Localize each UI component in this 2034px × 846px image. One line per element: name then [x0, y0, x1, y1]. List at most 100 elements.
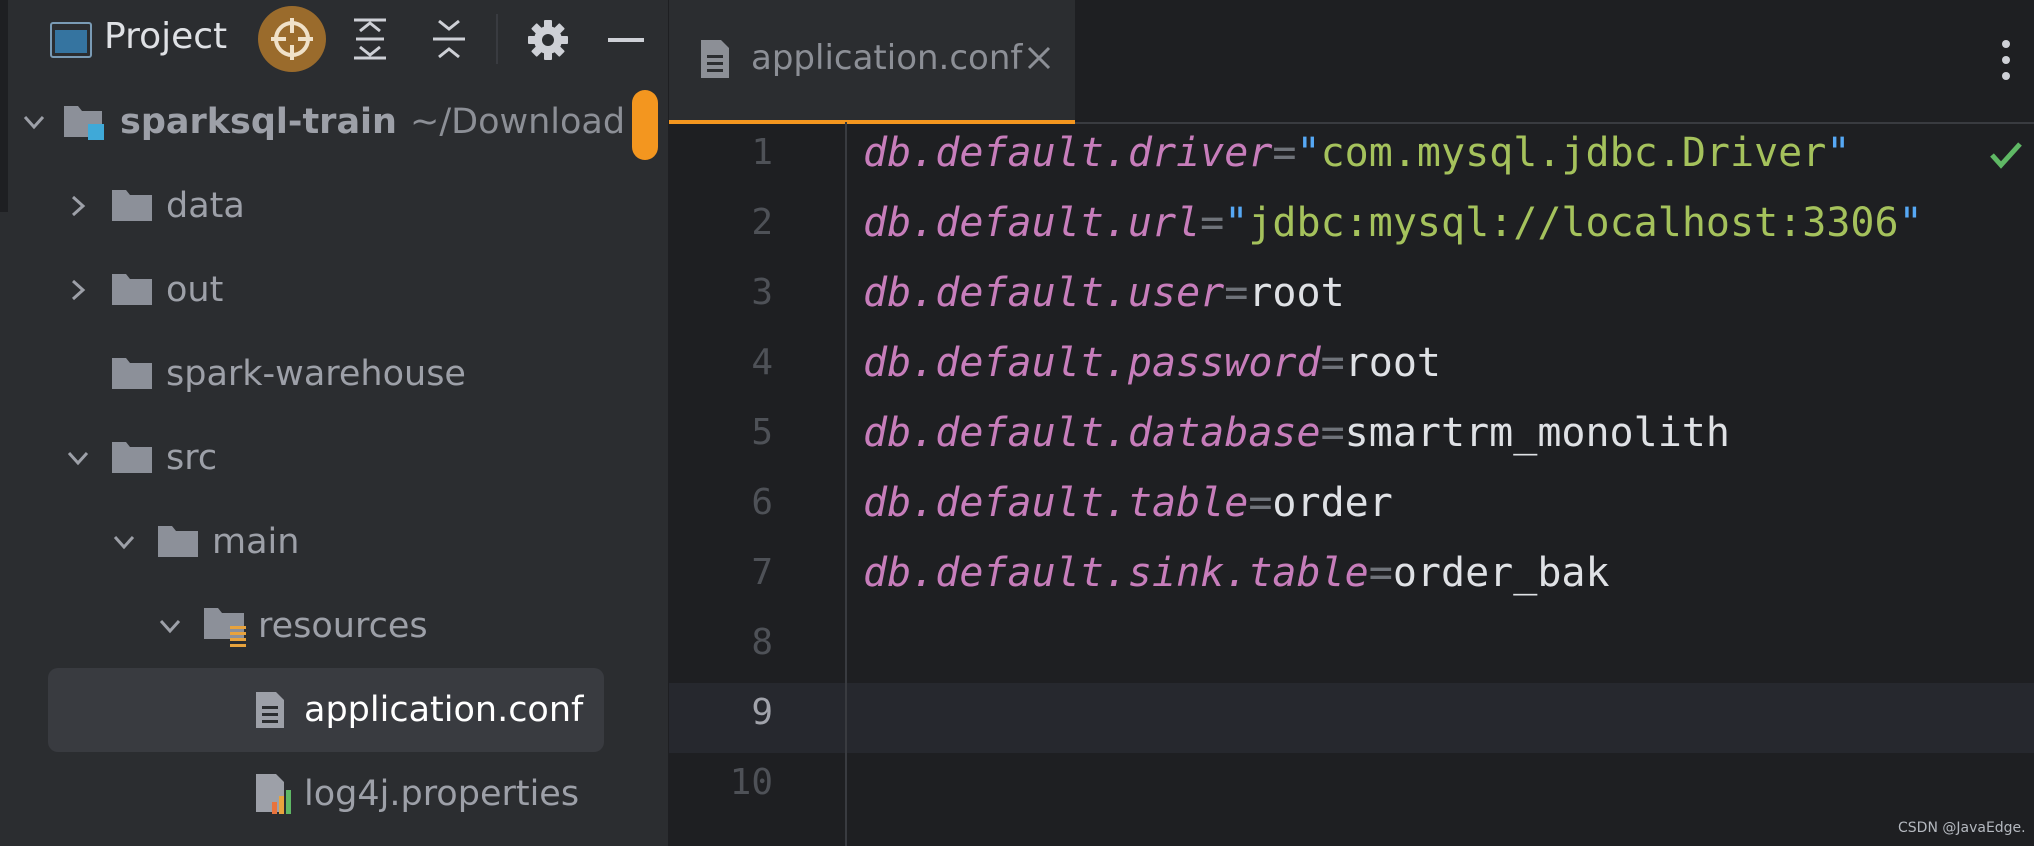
module-folder-icon [62, 100, 108, 151]
code-line-7[interactable]: db.default.sink.table=order_bak [863, 550, 1610, 596]
tree-item-path: ~/Download [410, 102, 626, 142]
folder-icon [156, 522, 200, 569]
equals-sign: = [1224, 270, 1249, 316]
minimize-icon [608, 38, 644, 42]
chevron-down-icon[interactable] [112, 530, 136, 554]
settings-button[interactable] [522, 14, 574, 66]
code-line-3[interactable]: db.default.user=root [863, 270, 1345, 316]
tree-item-label: out [166, 270, 224, 310]
tree-item-label: src [166, 438, 218, 478]
gear-icon [528, 20, 568, 60]
quote-open: " [1224, 200, 1249, 246]
folder-icon [110, 354, 154, 401]
config-value: com.mysql.jdbc.Driver [1320, 130, 1827, 176]
line-number: 6 [751, 482, 773, 523]
more-vertical-icon[interactable] [1999, 38, 2013, 82]
line-number-current: 9 [751, 692, 773, 733]
line-number: 3 [751, 272, 773, 313]
line-number: 2 [751, 202, 773, 243]
close-icon[interactable] [1025, 44, 1053, 76]
code-line-5[interactable]: db.default.database=smartrm_monolith [863, 410, 1730, 456]
config-value: jdbc:mysql://localhost:3306 [1248, 200, 1899, 246]
config-file-icon [254, 690, 286, 739]
equals-sign: = [1320, 410, 1345, 456]
tree-item-out[interactable]: out [0, 254, 620, 326]
collapse-all-icon [433, 19, 465, 59]
project-panel-header: Project [0, 0, 668, 78]
tree-item-src[interactable]: src [0, 422, 620, 494]
line-number: 1 [751, 132, 773, 173]
code-line-6[interactable]: db.default.table=order [863, 480, 1393, 526]
equals-sign: = [1320, 340, 1345, 386]
collapse-all-button[interactable] [424, 12, 474, 66]
minimize-button[interactable] [600, 14, 652, 66]
config-key: db.default.table [863, 480, 1249, 526]
header-separator [496, 14, 498, 64]
quote-open: " [1296, 130, 1321, 176]
tree-item-label: spark-warehouse [166, 354, 466, 394]
project-window-icon [50, 22, 92, 58]
line-number: 10 [729, 762, 773, 803]
expand-all-icon [354, 18, 386, 60]
resources-folder-icon [202, 604, 250, 657]
line-number-gutter[interactable]: 1 2 3 4 5 6 7 8 9 10 [669, 122, 847, 846]
expand-all-button[interactable] [345, 12, 395, 66]
tree-item-resources[interactable]: resources [0, 590, 620, 662]
line-number: 4 [751, 342, 773, 383]
properties-file-icon [254, 772, 294, 825]
line-number: 7 [751, 552, 773, 593]
equals-sign: = [1272, 130, 1297, 176]
tab-label: application.conf [751, 38, 1023, 78]
tree-item-label: sparksql-train [120, 102, 397, 142]
chevron-right-icon[interactable] [66, 278, 90, 302]
line-number: 8 [751, 622, 773, 663]
tab-application-conf[interactable]: application.conf [669, 0, 1075, 124]
config-key: db.default.database [863, 410, 1321, 456]
config-key: db.default.sink.table [863, 550, 1369, 596]
current-line-highlight [669, 683, 2034, 753]
code-line-1[interactable]: db.default.driver="com.mysql.jdbc.Driver… [863, 130, 1850, 176]
config-key: db.default.password [863, 340, 1321, 386]
tree-item-label: log4j.properties [304, 774, 580, 814]
project-tool-window: Project sparksql-train ~/Download data o… [0, 0, 669, 846]
folder-icon [110, 270, 154, 317]
locate-icon [271, 18, 313, 60]
equals-sign: = [1200, 200, 1225, 246]
editor-area[interactable]: application.conf 1 2 3 4 5 6 7 8 9 10 db… [669, 0, 2034, 846]
code-line-4[interactable]: db.default.password=root [863, 340, 1441, 386]
folder-icon [110, 438, 154, 485]
tree-item-log4j-properties[interactable]: log4j.properties [48, 758, 604, 830]
config-file-icon [699, 38, 731, 84]
tree-item-label: resources [258, 606, 428, 646]
tree-item-label: data [166, 186, 245, 226]
equals-sign: = [1248, 480, 1273, 526]
tree-item-label: application.conf [304, 690, 584, 730]
panel-title[interactable]: Project [104, 16, 227, 57]
tree-item-data[interactable]: data [0, 170, 620, 242]
config-key: db.default.user [863, 270, 1225, 316]
locate-file-button[interactable] [258, 6, 326, 72]
chevron-down-icon[interactable] [158, 614, 182, 638]
check-icon[interactable] [1989, 140, 2023, 174]
watermark: CSDN @JavaEdge. [1898, 820, 2026, 836]
config-key: db.default.url [863, 200, 1201, 246]
tree-item-sparksql-train[interactable]: sparksql-train ~/Download [0, 86, 625, 158]
chevron-right-icon[interactable] [66, 194, 90, 218]
code-line-2[interactable]: db.default.url="jdbc:mysql://localhost:3… [863, 200, 1923, 246]
config-key: db.default.driver [863, 130, 1273, 176]
tree-item-main[interactable]: main [0, 506, 620, 578]
chevron-down-icon[interactable] [22, 110, 46, 134]
config-value: order_bak [1392, 550, 1610, 596]
tree-item-application-conf[interactable]: application.conf [48, 674, 604, 746]
config-value: order [1272, 480, 1393, 526]
quote-close: " [1898, 200, 1923, 246]
config-value: root [1248, 270, 1345, 316]
quote-close: " [1826, 130, 1851, 176]
tree-item-spark-warehouse[interactable]: spark-warehouse [0, 338, 620, 410]
line-number: 5 [751, 412, 773, 453]
config-value: root [1344, 340, 1441, 386]
equals-sign: = [1368, 550, 1393, 596]
scrollbar-thumb[interactable] [632, 90, 658, 160]
chevron-down-icon[interactable] [66, 446, 90, 470]
editor-tab-bar: application.conf [669, 0, 2034, 124]
